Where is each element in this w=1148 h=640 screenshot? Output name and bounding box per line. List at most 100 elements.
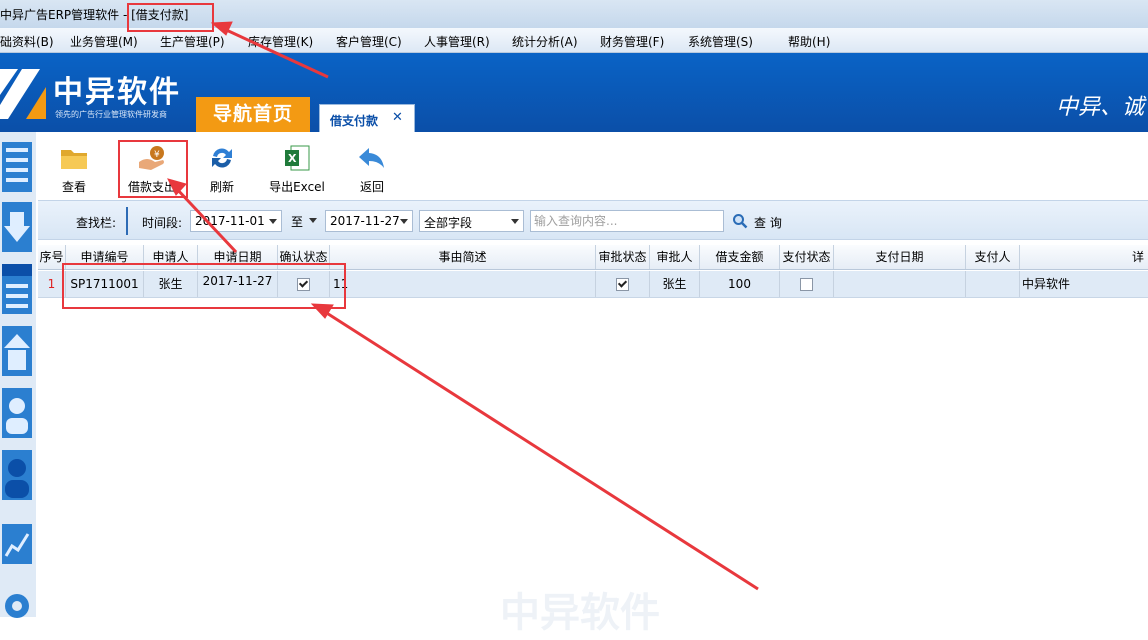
refresh-button[interactable]: 刷新: [200, 140, 244, 198]
excel-icon: X: [285, 145, 310, 171]
search-separator: [126, 207, 128, 235]
sidebar-settings-icon[interactable]: [0, 582, 34, 640]
date-from-value: 2017-11-01: [195, 214, 265, 228]
back-arrow-icon: [359, 148, 384, 168]
sidebar: [0, 132, 36, 618]
loan-pay-button[interactable]: ¥ 借款支出: [118, 140, 186, 198]
col-apply-no[interactable]: 申请编号: [66, 245, 144, 269]
chevron-down-icon: [269, 219, 277, 224]
sidebar-user-icon[interactable]: [0, 446, 34, 504]
svg-text:X: X: [288, 152, 297, 165]
menu-hr[interactable]: 人事管理(R): [424, 33, 490, 50]
approve-checkbox[interactable]: [616, 278, 629, 291]
date-to-picker[interactable]: 2017-11-27: [325, 210, 413, 232]
refresh-button-label: 刷新: [209, 180, 234, 194]
sidebar-documents-icon[interactable]: [0, 138, 34, 196]
col-amount[interactable]: 借支金额: [700, 245, 780, 269]
menu-business[interactable]: 业务管理(M): [70, 33, 138, 50]
brand-logo-icon: [0, 69, 46, 119]
brand-slogan: 中异、诚: [1056, 95, 1145, 120]
search-input[interactable]: [534, 212, 720, 230]
loan-pay-button-label: 借款支出: [127, 180, 176, 194]
table-row[interactable]: 1 SP1711001 张生 2017-11-27 11 张生 100 中异软件: [38, 271, 1148, 298]
date-from-picker[interactable]: 2017-11-01: [190, 210, 282, 232]
menu-inventory[interactable]: 库存管理(K): [248, 33, 313, 50]
date-to-value: 2017-11-27: [330, 214, 400, 228]
pay-checkbox[interactable]: [800, 278, 813, 291]
menu-help[interactable]: 帮助(H): [788, 33, 830, 50]
close-tab-icon[interactable]: ✕: [392, 110, 403, 125]
toolbar: 查看 ¥ 借款支出 刷新 X 导出Excel 返回: [38, 132, 1148, 200]
col-reason[interactable]: 事由简述: [330, 245, 596, 269]
cell-pay-date: [834, 271, 966, 297]
back-button-label: 返回: [359, 180, 384, 194]
brand-tagline: 领先的广告行业管理软件研发商: [55, 110, 167, 119]
sidebar-warehouse-icon[interactable]: [0, 322, 34, 380]
menu-bar: 础资料(B) 业务管理(M) 生产管理(P) 库存管理(K) 客户管理(C) 人…: [0, 28, 1148, 53]
cell-payer: [966, 271, 1020, 297]
search-bar-label: 查找栏:: [76, 216, 117, 230]
title-bar: 中异广告ERP管理软件 - [借支付款]: [0, 0, 1148, 28]
svg-text:¥: ¥: [154, 150, 160, 160]
watermark-text: 中异软件: [500, 590, 660, 636]
folder-icon: [61, 150, 87, 169]
tab-loan-payment-label: 借支付款: [330, 114, 379, 128]
sidebar-download-icon[interactable]: [0, 198, 34, 256]
col-pay-date[interactable]: 支付日期: [834, 245, 966, 269]
search-bar: 查找栏: 时间段: 2017-11-01 至 2017-11-27 全部字段 查…: [38, 200, 1148, 240]
col-apply-date[interactable]: 申请日期: [198, 245, 278, 269]
tab-nav-home[interactable]: 导航首页: [196, 97, 310, 132]
cell-applicant: 张生: [144, 271, 198, 297]
sidebar-customer-icon[interactable]: [0, 384, 34, 442]
cell-approve-status: [596, 271, 650, 297]
cell-apply-date: 2017-11-27: [198, 271, 278, 297]
menu-production[interactable]: 生产管理(P): [160, 33, 225, 50]
money-hand-icon: ¥: [139, 146, 164, 170]
sidebar-chart-icon[interactable]: [0, 518, 34, 576]
cell-index: 1: [38, 271, 66, 297]
chevron-down-icon: [511, 219, 519, 224]
menu-basic-data[interactable]: 础资料(B): [0, 33, 54, 50]
col-pay-status[interactable]: 支付状态: [780, 245, 834, 269]
to-label-box: 至: [287, 210, 321, 232]
table-header: 序号 申请编号 申请人 申请日期 确认状态 事由简述 审批状态 审批人 借支金额…: [38, 245, 1148, 270]
menu-customer[interactable]: 客户管理(C): [336, 33, 402, 50]
arrow-to-row: [321, 308, 759, 591]
col-confirm-status[interactable]: 确认状态: [278, 245, 330, 269]
chevron-down-icon: [400, 219, 408, 224]
col-applicant[interactable]: 申请人: [144, 245, 198, 269]
chevron-down-icon: [309, 218, 317, 223]
col-index[interactable]: 序号: [38, 245, 66, 269]
col-detail[interactable]: 详: [1020, 245, 1148, 269]
sidebar-report-icon[interactable]: [0, 260, 34, 318]
cell-pay-status: [780, 271, 834, 297]
col-approver[interactable]: 审批人: [650, 245, 700, 269]
cell-detail: 中异软件: [1022, 277, 1071, 291]
app-banner: 中异软件 领先的广告行业管理软件研发商 中异、诚 导航首页 借支付款 ✕: [0, 53, 1148, 132]
search-icon[interactable]: [732, 213, 748, 229]
export-excel-button-label: 导出Excel: [269, 180, 325, 194]
back-button[interactable]: 返回: [350, 140, 394, 198]
confirm-checkbox[interactable]: [297, 278, 310, 291]
menu-finance[interactable]: 财务管理(F): [600, 33, 664, 50]
cell-confirm-status: [278, 271, 330, 297]
view-button[interactable]: 查看: [50, 140, 98, 198]
menu-statistics[interactable]: 统计分析(A): [512, 33, 578, 50]
col-approve-status[interactable]: 审批状态: [596, 245, 650, 269]
to-label: 至: [291, 215, 304, 229]
cell-amount: 100: [700, 271, 780, 297]
export-excel-button[interactable]: X 导出Excel: [266, 140, 328, 198]
search-input-box: [530, 210, 724, 232]
refresh-icon: [212, 148, 232, 168]
field-select[interactable]: 全部字段: [419, 210, 524, 232]
cell-reason: 11: [330, 271, 596, 297]
arrowhead-row: [310, 303, 334, 319]
tab-loan-payment[interactable]: 借支付款 ✕: [319, 104, 415, 132]
menu-system[interactable]: 系统管理(S): [688, 33, 753, 50]
brand-name: 中异软件: [53, 75, 181, 110]
cell-approver: 张生: [650, 271, 700, 297]
col-payer[interactable]: 支付人: [966, 245, 1020, 269]
search-button[interactable]: 查 询: [754, 214, 782, 231]
view-button-label: 查看: [61, 180, 86, 194]
field-select-value: 全部字段: [424, 216, 473, 230]
